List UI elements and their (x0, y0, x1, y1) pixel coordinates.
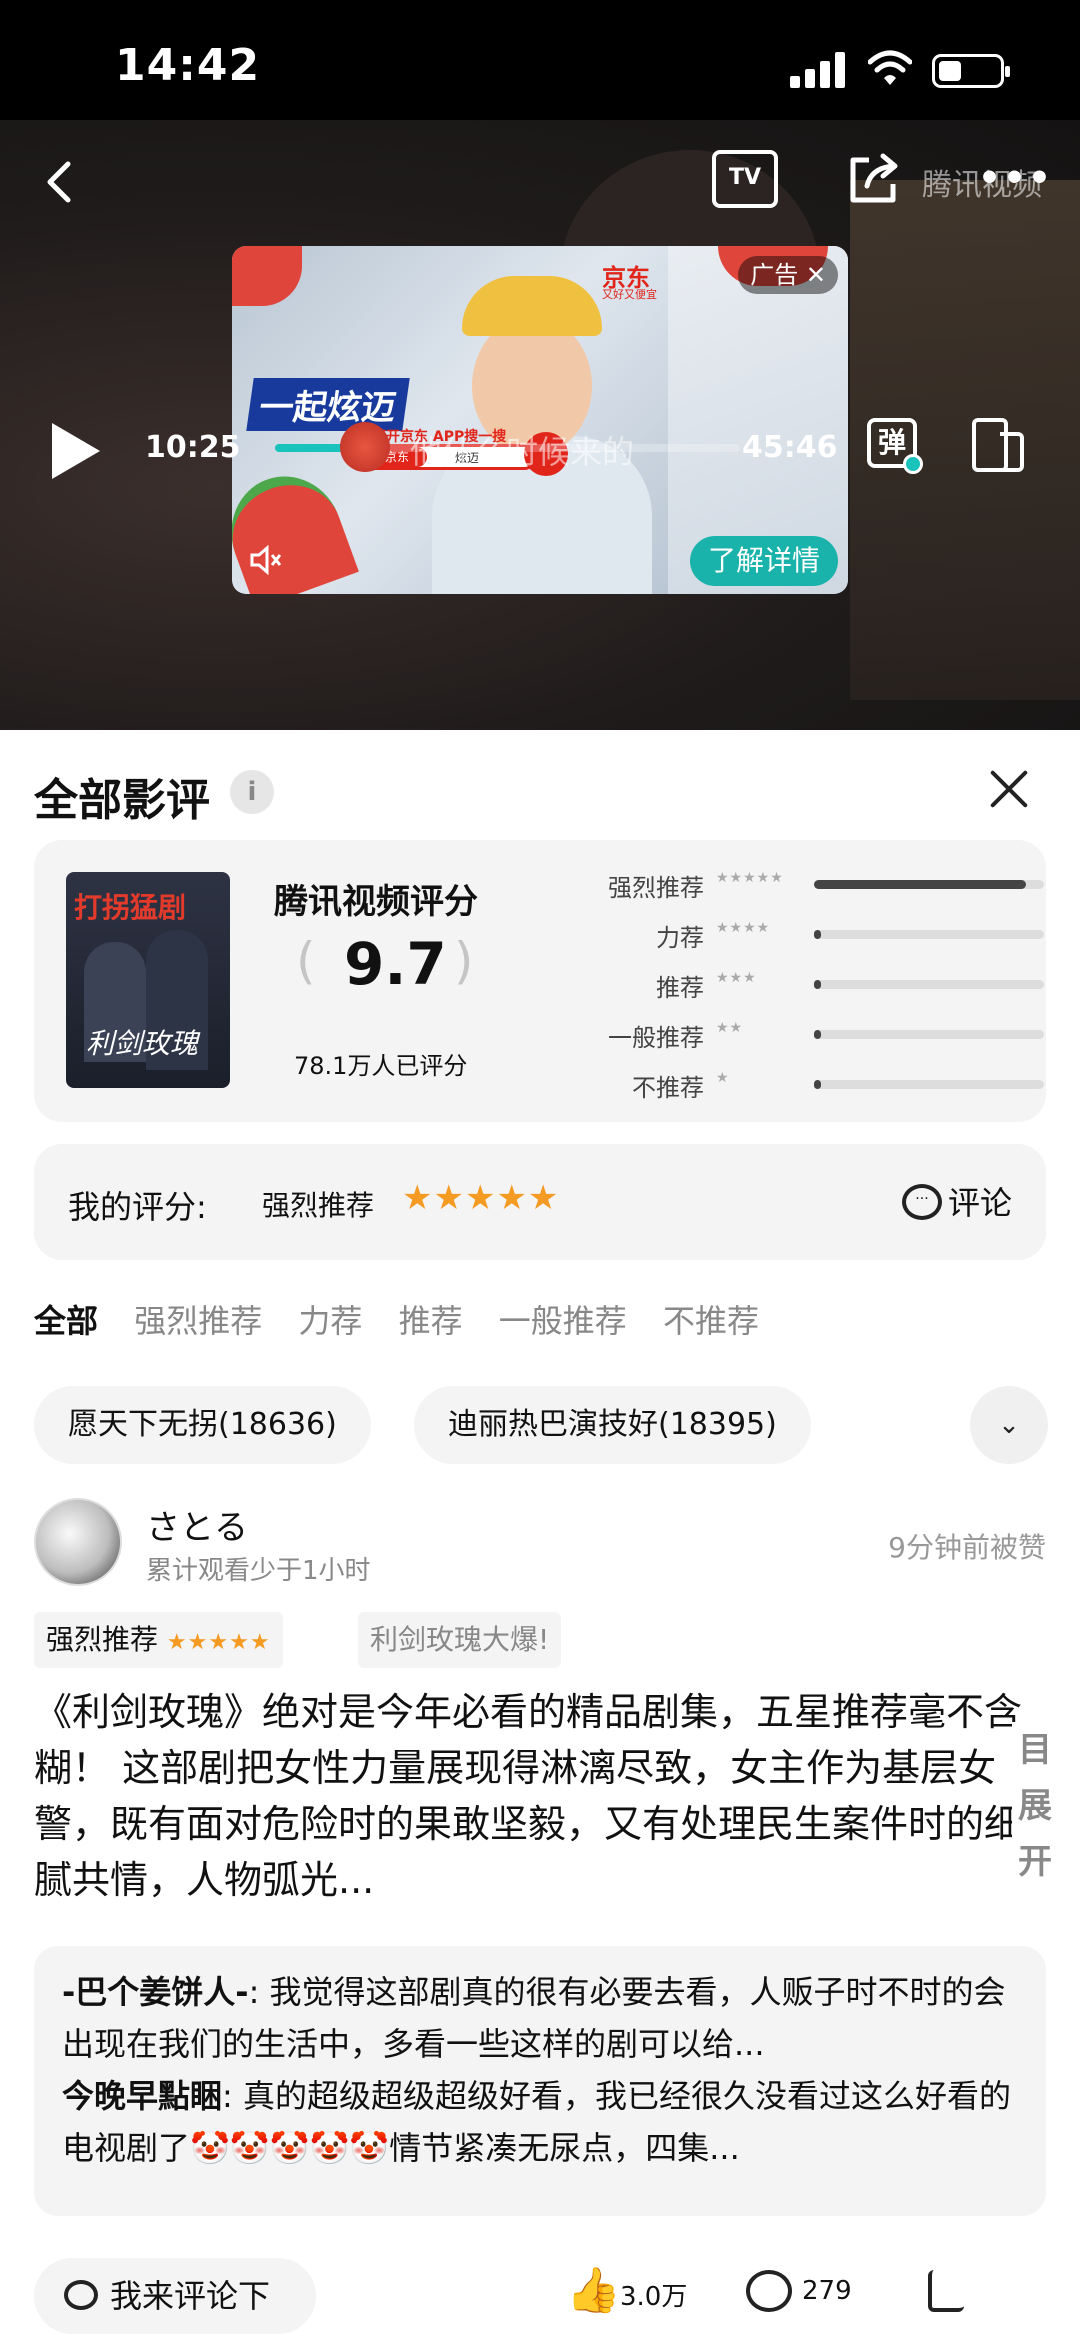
signal-icon (790, 52, 846, 88)
reviews-panel: 全部影评 i 打拐猛剧 利剑玫瑰 腾讯视频评分 ( 9.7 ) 78.1万人已评… (0, 730, 1080, 2337)
filter-tab-average[interactable]: 一般推荐 (499, 1302, 627, 1340)
wifi-icon (868, 50, 912, 85)
info-icon[interactable]: i (230, 770, 274, 814)
score-card: 打拐猛剧 利剑玫瑰 腾讯视频评分 ( 9.7 ) 78.1万人已评分 强烈推荐 … (34, 840, 1046, 1122)
like-thumb-icon[interactable]: 👍 (566, 2264, 621, 2316)
video-player[interactable]: TV 腾讯视频 ••• 一起炫迈 京东 又好又便宜 打开京东 APP搜一搜 京东… (0, 120, 1080, 730)
laurel-left-icon: ( (296, 932, 316, 990)
like-count: 3.0万 (620, 2282, 688, 2312)
my-score-label: 我的评分: (68, 1188, 207, 1226)
video-ad[interactable]: 一起炫迈 京东 又好又便宜 打开京东 APP搜一搜 京东 炫迈 广告 ✕ 了解详… (232, 246, 848, 594)
close-icon[interactable] (988, 768, 1030, 810)
comment-input[interactable]: 我来评论下 (34, 2258, 316, 2334)
rating-stars-icon: ★★★★★ (166, 1630, 271, 1655)
filter-tab-not[interactable]: 不推荐 (663, 1302, 759, 1340)
tv-cast-button[interactable]: TV (712, 150, 778, 208)
filter-tab-strong[interactable]: 强烈推荐 (134, 1302, 262, 1340)
danmu-input[interactable]: 他什么时候来的 (410, 427, 634, 473)
ad-brand-sub: 又好又便宜 (602, 288, 657, 301)
panel-title: 全部影评 (34, 775, 210, 826)
mute-icon[interactable] (248, 542, 284, 578)
comment-bubble-icon (64, 2280, 98, 2310)
laurel-right-icon: ) (454, 932, 474, 990)
rating-row: 一般推荐 ★★ (554, 1014, 1044, 1054)
filter-tab-all[interactable]: 全部 (34, 1302, 98, 1340)
battery-icon (932, 54, 1010, 88)
reply-user[interactable]: 今晚早點睏 (62, 2077, 222, 2115)
filter-tabs: 全部 强烈推荐 力荐 推荐 一般推荐 不推荐 (34, 1296, 785, 1342)
review-tag[interactable]: 利剑玫瑰大爆! (358, 1612, 562, 1668)
chevron-down-icon[interactable]: ⌄ (970, 1386, 1048, 1464)
poster-image[interactable]: 打拐猛剧 利剑玫瑰 (66, 872, 230, 1088)
share-icon[interactable] (845, 150, 903, 208)
review-rating-chip: 强烈推荐 ★★★★★ (34, 1612, 283, 1668)
rating-row: 推荐 ★★★ (554, 964, 1044, 1004)
reply-user[interactable]: -巴个姜饼人- (62, 1973, 249, 2011)
review-body[interactable]: 《利剑玫瑰》绝对是今年必看的精品剧集，五星推荐毫不含糊！ 这部剧把女性力量展现得… (34, 1684, 1052, 1908)
play-icon[interactable] (52, 423, 100, 479)
score-count: 78.1万人已评分 (294, 1052, 468, 1080)
rating-row: 力荐 ★★★★ (554, 914, 1044, 954)
more-options-icon[interactable]: ••• (978, 158, 1053, 199)
review-liked-time: 9分钟前被赞 (888, 1531, 1046, 1564)
ad-detail-button[interactable]: 了解详情 (689, 536, 838, 586)
reply-item: 今晚早點睏: 真的超级超级超级好看，我已经很久没看过这么好看的电视剧了🤡🤡🤡🤡🤡… (62, 2070, 1018, 2174)
danmu-toggle-button[interactable]: 弹 (867, 418, 923, 474)
expand-button[interactable]: 目展开 (1012, 1722, 1052, 1908)
rating-row: 强烈推荐 ★★★★★ (554, 864, 1044, 904)
comment-icon[interactable] (746, 2270, 792, 2312)
score-value: 9.7 (344, 930, 447, 998)
progress-fill (275, 444, 345, 452)
status-time: 14:42 (115, 40, 261, 91)
filter-tab-highly[interactable]: 力荐 (298, 1302, 362, 1340)
my-score-stars[interactable]: ★★★★★ (402, 1178, 559, 1218)
my-score-value: 强烈推荐 (262, 1189, 375, 1222)
back-arrow-icon[interactable] (40, 152, 80, 212)
topic-tag[interactable]: 愿天下无拐(18636) (34, 1386, 371, 1464)
review-username[interactable]: さとる (146, 1500, 248, 1549)
bottom-action-bar: 我来评论下 👍 3.0万 279 (0, 2240, 1080, 2337)
comment-bubble-icon: ··· (901, 1184, 942, 1220)
status-bar: 14:42 (0, 0, 1080, 120)
rating-row: 不推荐 ★ (554, 1064, 1044, 1104)
comment-button[interactable]: ··· 评论 (901, 1178, 1012, 1224)
ad-slogan: 一起炫迈 (246, 378, 410, 431)
total-time: 45:46 (742, 430, 838, 465)
score-title: 腾讯视频评分 (274, 882, 478, 922)
rose-scrubber-icon[interactable] (339, 422, 390, 472)
ad-close-badge[interactable]: 广告 ✕ (738, 256, 838, 294)
comment-count: 279 (802, 2276, 852, 2306)
avatar[interactable] (34, 1498, 122, 1586)
filter-tab-recommend[interactable]: 推荐 (399, 1302, 463, 1340)
my-score-card[interactable]: 我的评分: 强烈推荐 ★★★★★ ··· 评论 (34, 1144, 1046, 1260)
current-time: 10:25 (145, 430, 241, 465)
reply-item: -巴个姜饼人-: 我觉得这部剧真的很有必要去看，人贩子时不时的会出现在我们的生活… (62, 1966, 1018, 2070)
review-watch-time: 累计观看少于1小时 (146, 1556, 371, 1586)
replies-box[interactable]: -巴个姜饼人-: 我觉得这部剧真的很有必要去看，人贩子时不时的会出现在我们的生活… (34, 1946, 1046, 2216)
share-icon[interactable] (928, 2270, 964, 2312)
topic-tag[interactable]: 迪丽热巴演技好(18395) (414, 1386, 811, 1464)
